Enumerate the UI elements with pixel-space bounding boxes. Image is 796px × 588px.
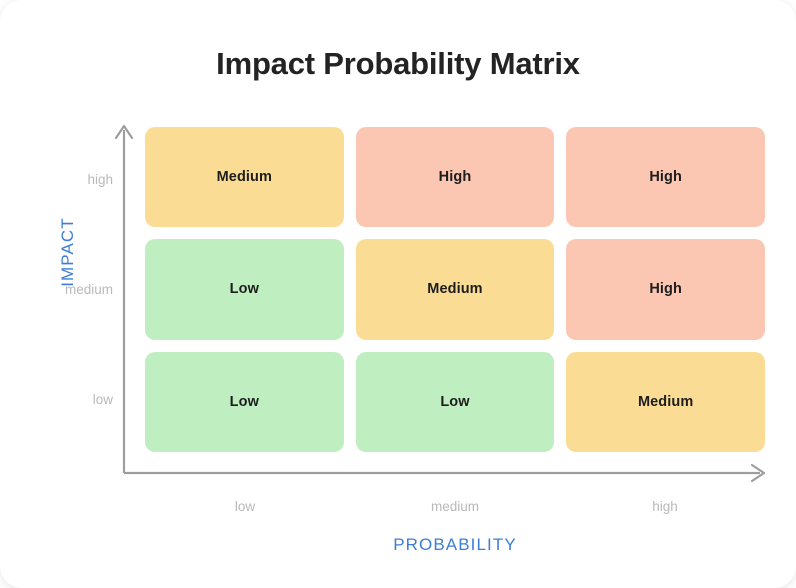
matrix-cell[interactable]: Low [355,351,555,452]
matrix-cell-label: High [438,169,472,186]
matrix-cell[interactable]: Low [145,351,344,452]
y-tick-label-high: high [87,172,113,187]
risk-matrix-grid: Medium High High Low Medium High Low Low [145,127,765,452]
matrix-cell[interactable]: High [566,127,765,228]
matrix-cell[interactable]: High [355,127,555,228]
matrix-cell-label: Medium [427,281,483,298]
matrix-cell[interactable]: Medium [355,239,555,340]
y-tick-label-medium: medium [64,282,113,297]
x-tick-label-medium: medium [430,499,479,514]
x-tick-label-low: low [234,499,256,514]
plot-area: high medium low low medium high IMPACT P… [0,0,796,588]
x-tick-label-high: high [652,499,678,514]
x-axis-title: PROBABILITY [393,535,517,554]
x-axis-line [124,463,766,483]
y-axis-line [114,124,134,473]
matrix-cell-label: Low [229,281,259,298]
matrix-cell-label: High [649,169,682,186]
matrix-cell-label: Low [229,393,259,410]
matrix-cell[interactable]: Medium [566,351,765,452]
matrix-cell-label: High [649,281,682,298]
y-axis-title: IMPACT [58,217,77,287]
matrix-cell-label: Medium [216,169,273,186]
matrix-cell-label: Medium [637,393,694,410]
matrix-cell[interactable]: High [566,239,765,340]
matrix-cell[interactable]: Low [145,239,344,340]
matrix-cell-label: Low [440,393,470,410]
y-tick-label-low: low [92,392,113,407]
matrix-cell[interactable]: Medium [145,127,344,228]
matrix-card: Impact Probability Matrix high medium lo… [0,0,796,588]
